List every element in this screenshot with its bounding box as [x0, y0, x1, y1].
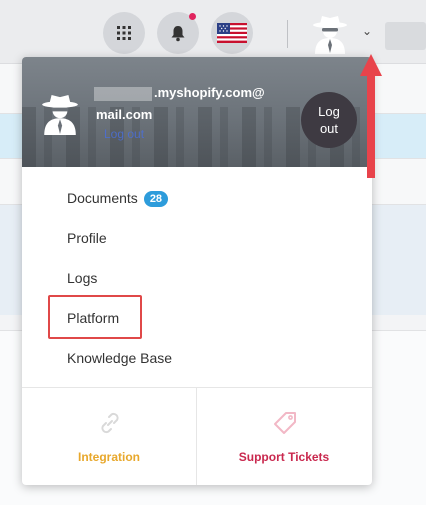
- documents-count-badge: 28: [143, 191, 169, 207]
- logout-link[interactable]: Log out: [104, 127, 144, 141]
- menu-item-label: Logs: [67, 270, 98, 286]
- integration-button[interactable]: Integration: [22, 388, 196, 485]
- menu-item-label: Documents: [67, 190, 138, 206]
- menu-item-platform[interactable]: Platform: [67, 310, 119, 326]
- account-avatar: [38, 92, 82, 136]
- tag-icon: [274, 412, 296, 434]
- menu-item-label: Platform: [67, 310, 120, 326]
- logout-button-label: Log out: [318, 104, 340, 136]
- username-redacted: [385, 22, 426, 50]
- support-tickets-label: Support Tickets: [238, 450, 330, 464]
- account-dropdown: .myshopify.com@ mail.com Log out Log out…: [22, 57, 372, 485]
- apps-button[interactable]: [103, 12, 145, 54]
- support-tickets-button[interactable]: Support Tickets: [197, 388, 371, 485]
- menu-item-logs[interactable]: Logs: [67, 270, 97, 286]
- email-line1: .myshopify.com@: [154, 85, 265, 100]
- language-button[interactable]: [211, 12, 253, 54]
- spy-avatar-icon: [313, 16, 347, 54]
- apps-grid-icon: [117, 26, 131, 40]
- bell-icon: [171, 25, 185, 41]
- menu-item-label: Profile: [67, 230, 107, 246]
- email-line2: mail.com: [96, 107, 153, 122]
- user-menu-avatar[interactable]: [310, 14, 350, 54]
- topbar-divider: [287, 20, 288, 48]
- notification-dot: [189, 13, 196, 20]
- menu-item-label: Knowledge Base: [67, 350, 173, 366]
- menu-item-documents[interactable]: Documents 28: [67, 190, 169, 207]
- link-icon: [101, 412, 119, 434]
- integration-label: Integration: [78, 450, 140, 464]
- logout-button[interactable]: Log out: [301, 92, 357, 148]
- account-email: .myshopify.com@: [94, 85, 265, 101]
- account-header: .myshopify.com@ mail.com Log out Log out: [22, 57, 372, 167]
- red-arrow-annotation: [360, 54, 382, 178]
- menu-item-knowledge-base[interactable]: Knowledge Base: [67, 350, 172, 366]
- chevron-down-icon[interactable]: ⌄: [362, 24, 372, 38]
- spy-avatar-icon: [42, 95, 78, 136]
- us-flag-icon: [217, 23, 247, 43]
- menu-item-profile[interactable]: Profile: [67, 230, 107, 246]
- notifications-button[interactable]: [157, 12, 199, 54]
- email-redacted: [94, 86, 152, 101]
